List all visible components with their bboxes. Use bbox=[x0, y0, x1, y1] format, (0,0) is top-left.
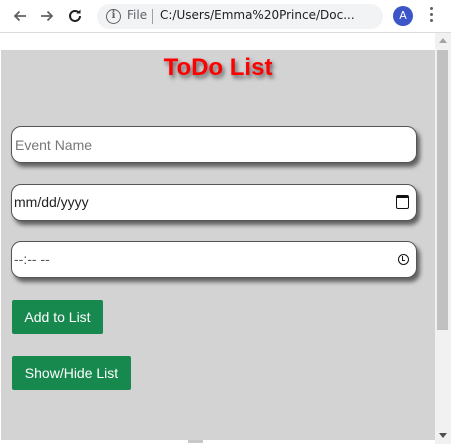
page-viewport: ToDo List mm/dd/yyyy --:-- -- Add to Lis… bbox=[0, 33, 451, 444]
reload-icon bbox=[69, 9, 81, 22]
back-button[interactable] bbox=[9, 5, 31, 27]
address-divider bbox=[152, 9, 153, 24]
reload-button[interactable] bbox=[64, 5, 86, 27]
profile-avatar[interactable]: A bbox=[393, 6, 413, 26]
clock-icon[interactable] bbox=[398, 254, 409, 265]
event-time-field[interactable]: --:-- -- bbox=[11, 241, 417, 278]
url-text[interactable]: C:/Users/Emma%20Prince/Doc... bbox=[160, 8, 360, 22]
scrollbar-thumb[interactable] bbox=[437, 50, 448, 330]
scroll-down-arrow-icon[interactable] bbox=[439, 433, 447, 438]
browser-toolbar: i File C:/Users/Emma%20Prince/Doc... A bbox=[0, 0, 451, 33]
vertical-scrollbar[interactable] bbox=[435, 33, 451, 444]
address-bar[interactable]: i File C:/Users/Emma%20Prince/Doc... bbox=[97, 4, 383, 29]
scheme-label: File bbox=[127, 8, 148, 22]
info-icon[interactable]: i bbox=[106, 9, 121, 24]
horizontal-scrollbar-thumb[interactable] bbox=[188, 440, 203, 443]
date-placeholder: mm/dd/yyyy bbox=[14, 194, 89, 210]
arrow-left-icon bbox=[13, 10, 26, 22]
show-hide-list-button[interactable]: Show/Hide List bbox=[12, 356, 131, 390]
kebab-menu-icon[interactable] bbox=[425, 7, 437, 27]
time-placeholder: --:-- -- bbox=[14, 251, 50, 267]
add-to-list-button[interactable]: Add to List bbox=[12, 300, 103, 334]
event-name-input[interactable] bbox=[14, 127, 416, 162]
page-title: ToDo List bbox=[163, 54, 273, 81]
calendar-icon[interactable] bbox=[396, 195, 409, 209]
scroll-up-arrow-icon[interactable] bbox=[439, 38, 447, 43]
arrow-right-icon bbox=[41, 10, 54, 22]
forward-button[interactable] bbox=[36, 5, 58, 27]
page-content: ToDo List mm/dd/yyyy --:-- -- Add to Lis… bbox=[1, 50, 435, 440]
event-date-field[interactable]: mm/dd/yyyy bbox=[11, 184, 417, 221]
event-name-field[interactable] bbox=[11, 126, 417, 163]
